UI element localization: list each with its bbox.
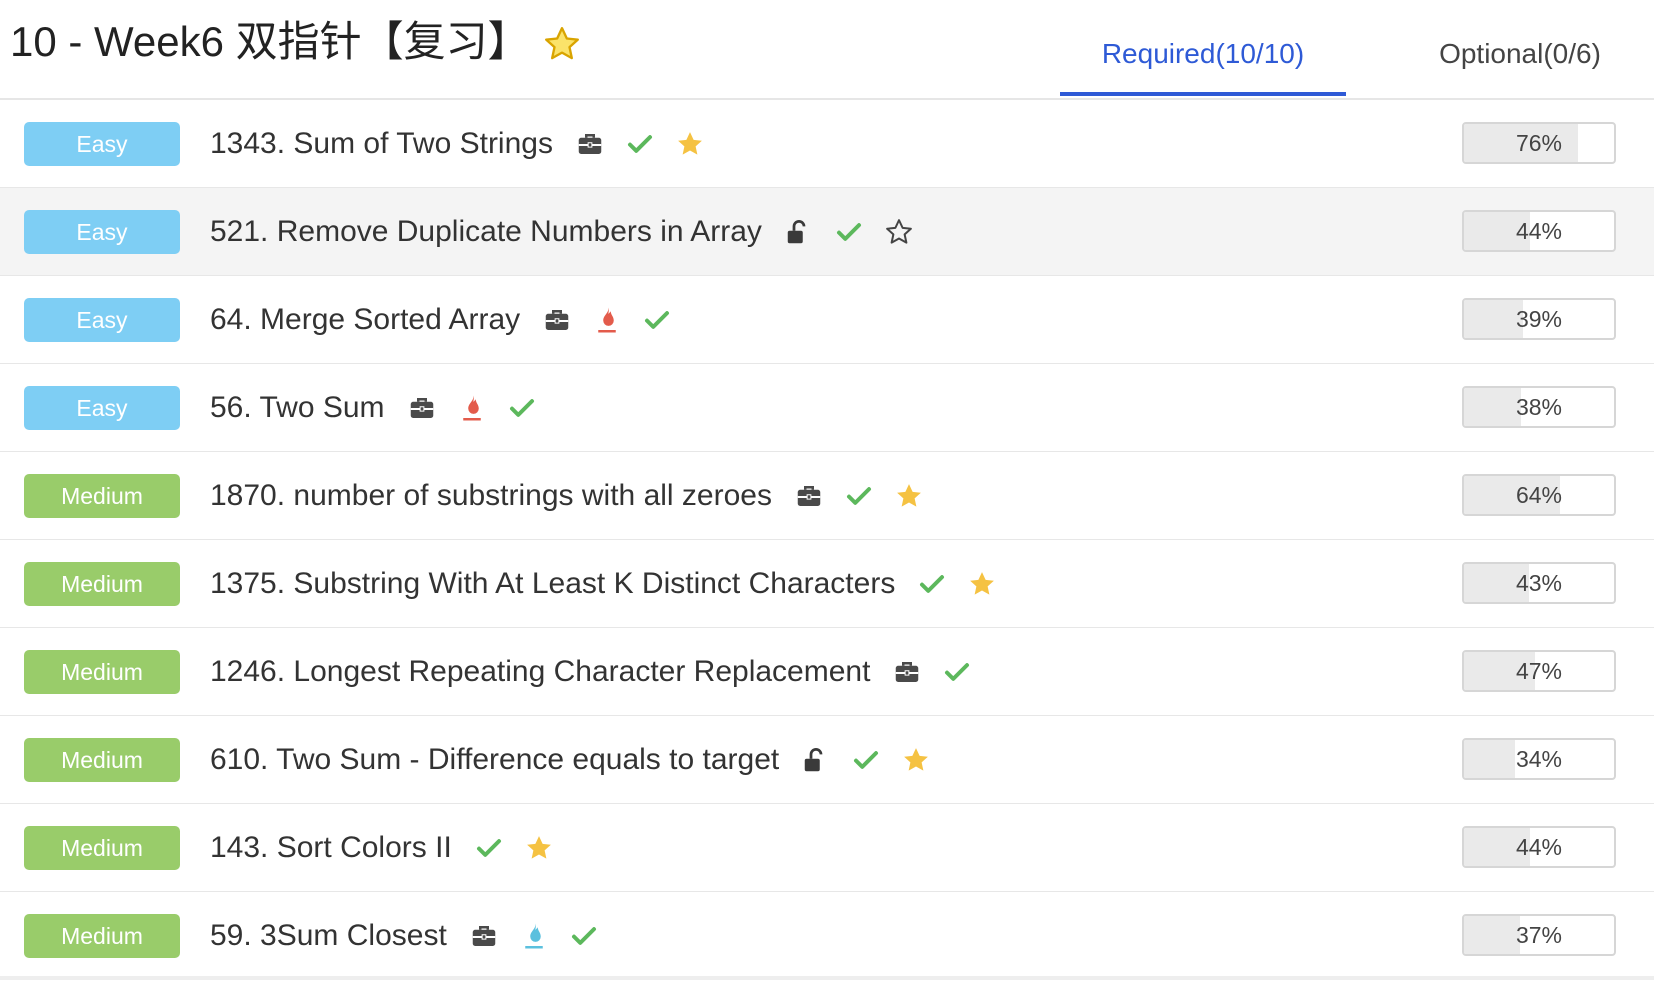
problem-line: 64. Merge Sorted Array bbox=[210, 298, 692, 342]
problem-line: 1343. Sum of Two Strings bbox=[210, 122, 725, 166]
acceptance-rate-bar: 38% bbox=[1462, 386, 1616, 428]
difficulty-badge: Medium bbox=[24, 738, 180, 782]
acceptance-rate-bar: 44% bbox=[1462, 210, 1616, 252]
flame-red-icon bbox=[457, 393, 487, 423]
favorite-star-icon[interactable] bbox=[542, 24, 582, 64]
problem-title-link[interactable]: 610. Two Sum - Difference equals to targ… bbox=[210, 743, 779, 777]
flame-blue-icon bbox=[519, 921, 549, 951]
check-icon bbox=[942, 657, 972, 687]
star-filled-icon[interactable] bbox=[967, 569, 997, 599]
difficulty-badge: Easy bbox=[24, 298, 180, 342]
briefcase-icon bbox=[407, 393, 437, 423]
acceptance-rate-bar: 34% bbox=[1462, 738, 1616, 780]
problem-row[interactable]: Medium 610. Two Sum - Difference equals t… bbox=[0, 716, 1654, 804]
problem-line: 143. Sort Colors II bbox=[210, 826, 574, 870]
unlock-icon bbox=[801, 745, 831, 775]
problem-title-link[interactable]: 521. Remove Duplicate Numbers in Array bbox=[210, 215, 762, 249]
acceptance-rate-label: 44% bbox=[1515, 218, 1563, 244]
problem-line: 59. 3Sum Closest bbox=[210, 914, 619, 958]
problem-row[interactable]: Medium 1375. Substring With At Least K Di… bbox=[0, 540, 1654, 628]
problem-title-link[interactable]: 64. Merge Sorted Array bbox=[210, 303, 520, 337]
difficulty-badge: Medium bbox=[24, 474, 180, 518]
star-filled-icon[interactable] bbox=[901, 745, 931, 775]
briefcase-icon bbox=[469, 921, 499, 951]
problem-row[interactable]: Medium 1870. number of substrings with al… bbox=[0, 452, 1654, 540]
check-icon bbox=[569, 921, 599, 951]
problem-row[interactable]: Easy 56. Two Sum 38% bbox=[0, 364, 1654, 452]
unlock-icon bbox=[784, 217, 814, 247]
page-title: 10 - Week6 双指针【复习】 bbox=[10, 18, 530, 65]
difficulty-badge: Easy bbox=[24, 122, 180, 166]
briefcase-icon bbox=[892, 657, 922, 687]
acceptance-rate-label: 64% bbox=[1515, 482, 1563, 508]
check-icon bbox=[844, 481, 874, 511]
star-outline-icon[interactable] bbox=[884, 217, 914, 247]
acceptance-rate-bar: 64% bbox=[1462, 474, 1616, 516]
briefcase-icon bbox=[542, 305, 572, 335]
problem-row[interactable]: Medium 1246. Longest Repeating Character … bbox=[0, 628, 1654, 716]
problem-line: 1246. Longest Repeating Character Replac… bbox=[210, 650, 992, 694]
problem-line: 1870. number of substrings with all zero… bbox=[210, 474, 944, 518]
acceptance-rate-label: 76% bbox=[1515, 130, 1563, 156]
check-icon bbox=[625, 129, 655, 159]
acceptance-rate-label: 43% bbox=[1515, 570, 1563, 596]
problem-row[interactable]: Easy 64. Merge Sorted Array 39% bbox=[0, 276, 1654, 364]
acceptance-rate-bar: 43% bbox=[1462, 562, 1616, 604]
problem-title-link[interactable]: 1343. Sum of Two Strings bbox=[210, 127, 553, 161]
acceptance-rate-bar: 39% bbox=[1462, 298, 1616, 340]
check-icon bbox=[474, 833, 504, 863]
acceptance-rate-bar: 37% bbox=[1462, 914, 1616, 956]
flame-red-icon bbox=[592, 305, 622, 335]
acceptance-rate-label: 38% bbox=[1515, 394, 1563, 420]
problem-title-link[interactable]: 143. Sort Colors II bbox=[210, 831, 452, 865]
problem-list: Easy 1343. Sum of Two Strings 76% Easy 521. … bbox=[0, 100, 1654, 980]
difficulty-badge: Easy bbox=[24, 386, 180, 430]
problem-row[interactable]: Medium 143. Sort Colors II 44% bbox=[0, 804, 1654, 892]
problem-title-link[interactable]: 1246. Longest Repeating Character Replac… bbox=[210, 655, 870, 689]
problem-line: 521. Remove Duplicate Numbers in Array bbox=[210, 210, 934, 254]
problem-title-link[interactable]: 56. Two Sum bbox=[210, 391, 385, 425]
problem-row[interactable]: Easy 521. Remove Duplicate Numbers in Arr… bbox=[0, 188, 1654, 276]
star-filled-icon[interactable] bbox=[894, 481, 924, 511]
tab-required[interactable]: Required(10/10) bbox=[1060, 34, 1346, 96]
difficulty-badge: Easy bbox=[24, 210, 180, 254]
acceptance-rate-bar: 76% bbox=[1462, 122, 1616, 164]
check-icon bbox=[642, 305, 672, 335]
acceptance-rate-bar: 44% bbox=[1462, 826, 1616, 868]
tab-optional[interactable]: Optional(0/6) bbox=[1400, 34, 1640, 96]
acceptance-rate-label: 34% bbox=[1515, 746, 1563, 772]
problem-title-link[interactable]: 1375. Substring With At Least K Distinct… bbox=[210, 567, 895, 601]
difficulty-badge: Medium bbox=[24, 914, 180, 958]
problem-line: 610. Two Sum - Difference equals to targ… bbox=[210, 738, 951, 782]
problem-line: 1375. Substring With At Least K Distinct… bbox=[210, 562, 1017, 606]
check-icon bbox=[851, 745, 881, 775]
difficulty-badge: Medium bbox=[24, 562, 180, 606]
problem-title-link[interactable]: 59. 3Sum Closest bbox=[210, 919, 447, 953]
problem-line: 56. Two Sum bbox=[210, 386, 557, 430]
check-icon bbox=[917, 569, 947, 599]
check-icon bbox=[834, 217, 864, 247]
problem-row[interactable]: Medium 59. 3Sum Closest 37% bbox=[0, 892, 1654, 980]
difficulty-badge: Medium bbox=[24, 826, 180, 870]
acceptance-rate-label: 37% bbox=[1515, 922, 1563, 948]
acceptance-rate-label: 47% bbox=[1515, 658, 1563, 684]
page-header: 10 - Week6 双指针【复习】 Required(10/10) Optio… bbox=[0, 0, 1654, 100]
check-icon bbox=[507, 393, 537, 423]
acceptance-rate-bar: 47% bbox=[1462, 650, 1616, 692]
acceptance-rate-label: 39% bbox=[1515, 306, 1563, 332]
acceptance-rate-label: 44% bbox=[1515, 834, 1563, 860]
briefcase-icon bbox=[575, 129, 605, 159]
star-filled-icon[interactable] bbox=[524, 833, 554, 863]
problem-title-link[interactable]: 1870. number of substrings with all zero… bbox=[210, 479, 772, 513]
briefcase-icon bbox=[794, 481, 824, 511]
star-filled-icon[interactable] bbox=[675, 129, 705, 159]
difficulty-badge: Medium bbox=[24, 650, 180, 694]
problem-row[interactable]: Easy 1343. Sum of Two Strings 76% bbox=[0, 100, 1654, 188]
